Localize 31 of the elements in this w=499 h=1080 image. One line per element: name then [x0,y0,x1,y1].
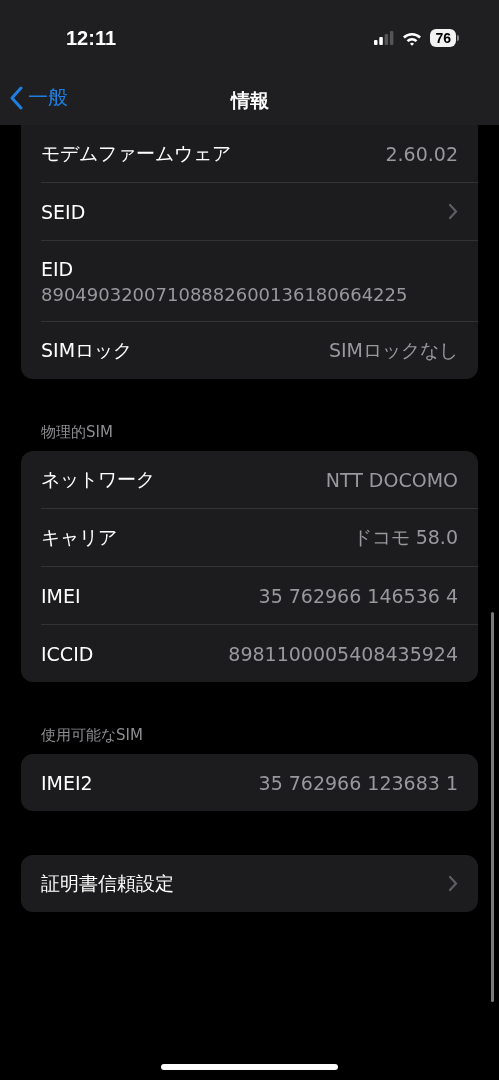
back-button[interactable]: 一般 [10,84,68,111]
row-label: 証明書信頼設定 [41,870,174,896]
back-chevron-icon [10,85,24,110]
section-header: 使用可能なSIM [40,726,144,746]
row-label: IMEI [41,584,81,607]
section-header: 物理的SIM [40,423,114,443]
chevron-icon [448,875,458,892]
row-label: キャリア [41,524,117,550]
row-label: SIMロック [41,337,133,363]
row-label: IMEI2 [41,771,93,794]
row-label: モデムファームウェア [41,140,231,166]
row-value: 35 762966 123683 1 [258,771,458,794]
row-value: 8981100005408435924 [228,642,458,665]
row-label: SEID [41,200,86,223]
row-label: EID [41,257,75,280]
row-value: 35 762966 146536 4 [258,584,458,607]
row-value: 2.60.02 [385,142,458,165]
row-label: ICCID [41,642,94,665]
row-value: SIMロックなし [328,337,458,363]
link-row[interactable]: SEID [41,182,478,240]
row-value: 89049032007108882600136180664225 [41,283,409,305]
battery-icon: 76 [430,29,459,47]
link-row[interactable]: 証明書信頼設定 [41,855,478,912]
chevron-icon [448,203,458,220]
row-value: ドコモ 58.0 [352,524,458,550]
signal-icon [374,31,395,45]
row-label: ネットワーク [41,466,155,492]
status-time: 12:11 [66,26,117,50]
page-title: 情報 [230,87,269,113]
wifi-icon [402,30,423,46]
row-value: NTT DOCOMO [325,468,458,491]
